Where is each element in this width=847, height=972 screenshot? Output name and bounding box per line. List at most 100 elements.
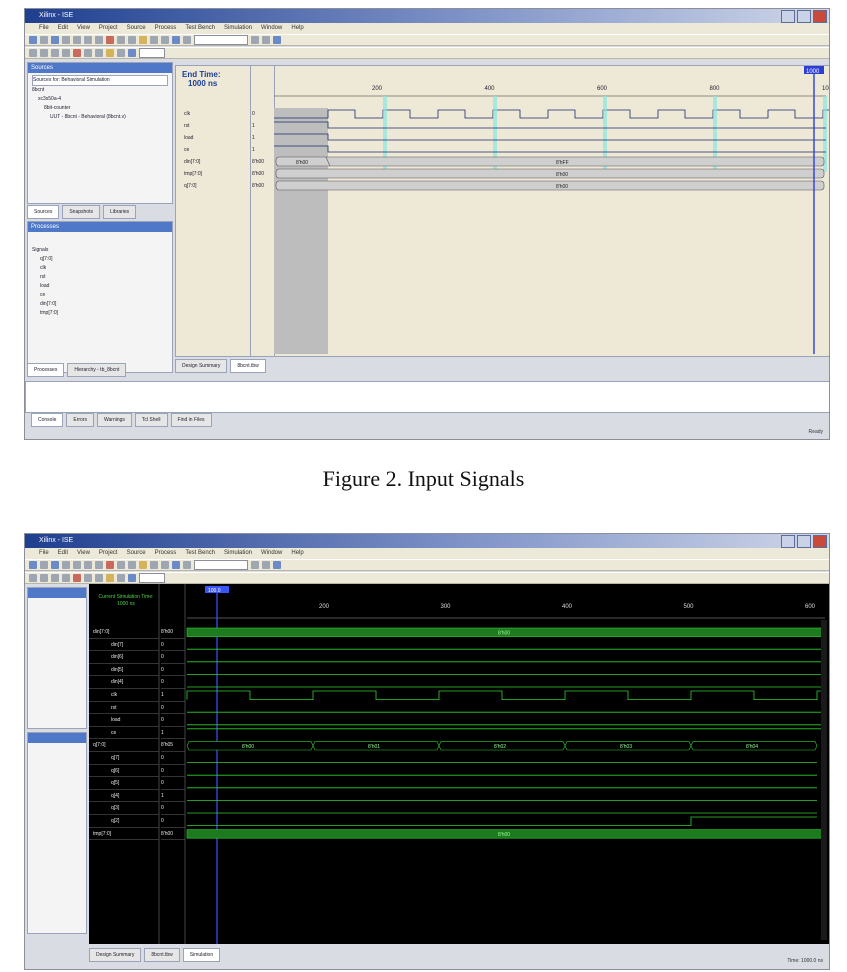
menu-view[interactable]: View [77, 23, 90, 34]
tab-hierarchy[interactable]: Hierarchy - tb_8bcnt [67, 363, 127, 377]
tab-find-in-files[interactable]: Find in Files [170, 413, 212, 427]
bus-waveform[interactable] [275, 156, 825, 167]
bookmark-icon[interactable] [73, 574, 81, 582]
tab-testbench-file[interactable]: 8bcnt.tbw [230, 359, 266, 373]
waveform-icon[interactable] [106, 574, 114, 582]
time-field[interactable] [139, 48, 165, 58]
menu-simulation[interactable]: Simulation [224, 23, 252, 34]
console-output[interactable] [25, 381, 829, 413]
maximize-icon[interactable] [797, 10, 811, 23]
menu-simulation[interactable]: Simulation [224, 548, 252, 559]
tab-testbench-file[interactable]: 8bcnt.tbw [144, 948, 180, 962]
tree-item-tmp[interactable]: tmp[7:0] [32, 309, 168, 318]
clk-waveform[interactable] [274, 109, 830, 119]
bit-waveform[interactable] [187, 816, 817, 826]
close-icon[interactable] [813, 10, 827, 23]
comment-icon[interactable] [51, 49, 59, 57]
menu-source[interactable]: Source [127, 548, 146, 559]
tab-sources[interactable]: Sources [27, 205, 60, 219]
tree-item-ce[interactable]: ce [32, 291, 168, 300]
waveform-icon[interactable] [106, 49, 114, 57]
bookmark-prev-icon[interactable] [95, 574, 103, 582]
paste-icon[interactable] [95, 36, 103, 44]
menu-help[interactable]: Help [291, 548, 303, 559]
tab-design-summary[interactable]: Design Summary [175, 359, 228, 373]
fit-icon[interactable] [262, 36, 270, 44]
menu-file[interactable]: File [39, 548, 49, 559]
undo-icon[interactable] [117, 561, 125, 569]
delete-icon[interactable] [106, 36, 114, 44]
grid-icon[interactable] [251, 36, 259, 44]
menu-process[interactable]: Process [155, 548, 177, 559]
tree-item-project[interactable]: 8bcnt [32, 86, 168, 95]
maximize-icon[interactable] [797, 535, 811, 548]
run-icon[interactable] [172, 36, 180, 44]
bit-waveform[interactable] [274, 145, 826, 153]
stop-icon[interactable] [183, 36, 191, 44]
bookmark-next-icon[interactable] [84, 574, 92, 582]
menu-project[interactable]: Project [99, 548, 118, 559]
redo-icon[interactable] [128, 561, 136, 569]
print-icon[interactable] [62, 561, 70, 569]
new-icon[interactable] [29, 561, 37, 569]
tab-design-summary[interactable]: Design Summary [89, 948, 142, 962]
menu-file[interactable]: File [39, 23, 49, 34]
grid-icon[interactable] [251, 561, 259, 569]
paste-icon[interactable] [95, 561, 103, 569]
copy-icon[interactable] [84, 561, 92, 569]
tab-libraries[interactable]: Libraries [102, 205, 137, 219]
stop-icon[interactable] [183, 561, 191, 569]
add-signal-icon[interactable] [128, 49, 136, 57]
cut-icon[interactable] [73, 36, 81, 44]
print-icon[interactable] [62, 36, 70, 44]
time-field[interactable] [139, 573, 165, 583]
tab-errors[interactable]: Errors [66, 413, 94, 427]
add-signal-icon[interactable] [128, 574, 136, 582]
close-icon[interactable] [813, 535, 827, 548]
toolbar-select[interactable] [194, 560, 248, 570]
bus-waveform[interactable] [275, 180, 825, 191]
save-icon[interactable] [51, 561, 59, 569]
bookmark-prev-icon[interactable] [95, 49, 103, 57]
zoom-in-icon[interactable] [150, 36, 158, 44]
bus-waveform[interactable] [275, 168, 825, 179]
indent-icon[interactable] [29, 574, 37, 582]
save-icon[interactable] [51, 36, 59, 44]
tree-item-signals[interactable]: Signals [32, 246, 168, 255]
tab-simulation[interactable]: Simulation [182, 948, 221, 962]
tab-processes[interactable]: Processes [27, 363, 65, 377]
menu-window[interactable]: Window [261, 23, 282, 34]
menu-window[interactable]: Window [261, 548, 282, 559]
outdent-icon[interactable] [40, 574, 48, 582]
uncomment-icon[interactable] [62, 49, 70, 57]
tab-warnings[interactable]: Warnings [96, 413, 132, 427]
uncomment-icon[interactable] [62, 574, 70, 582]
menu-test-bench[interactable]: Test Bench [185, 548, 215, 559]
bookmark-next-icon[interactable] [84, 49, 92, 57]
fit-icon[interactable] [262, 561, 270, 569]
tree-item-q[interactable]: q[7:0] [32, 255, 168, 264]
tree-item-clk[interactable]: clk [32, 264, 168, 273]
bit-waveform[interactable] [274, 121, 826, 129]
cursor-icon[interactable] [273, 561, 281, 569]
menu-source[interactable]: Source [127, 23, 146, 34]
undo-icon[interactable] [117, 36, 125, 44]
toolbar-select[interactable] [194, 35, 248, 45]
marker-icon[interactable] [117, 49, 125, 57]
outdent-icon[interactable] [40, 49, 48, 57]
vertical-scrollbar[interactable] [821, 620, 827, 940]
zoom-out-icon[interactable] [161, 561, 169, 569]
minimize-icon[interactable] [781, 10, 795, 23]
menu-edit[interactable]: Edit [58, 548, 68, 559]
comment-icon[interactable] [51, 574, 59, 582]
delete-icon[interactable] [106, 561, 114, 569]
menu-help[interactable]: Help [291, 23, 303, 34]
menu-test-bench[interactable]: Test Bench [185, 23, 215, 34]
new-icon[interactable] [29, 36, 37, 44]
clk-waveform[interactable] [186, 690, 826, 700]
menu-process[interactable]: Process [155, 23, 177, 34]
sources-for-select[interactable]: Sources for: Behavioral Simulation [32, 75, 168, 86]
run-icon[interactable] [172, 561, 180, 569]
find-icon[interactable] [139, 561, 147, 569]
menu-project[interactable]: Project [99, 23, 118, 34]
